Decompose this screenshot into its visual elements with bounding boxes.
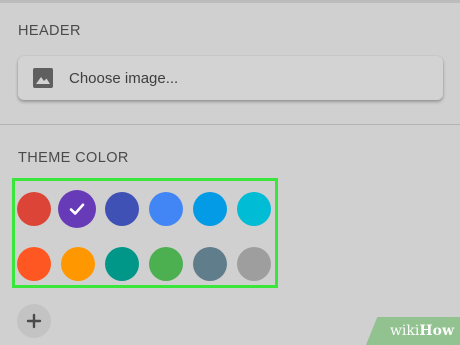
header-section-label: HEADER [18,23,81,39]
color-swatch-blue[interactable] [149,192,183,226]
color-swatch-light-blue[interactable] [193,192,227,226]
color-swatch-indigo[interactable] [105,192,139,226]
section-divider [0,124,460,125]
watermark-wiki: wiki [389,323,420,339]
watermark-how: How [419,323,454,339]
color-swatch-green[interactable] [149,247,183,281]
choose-image-label: Choose image... [69,69,179,87]
choose-image-button[interactable]: Choose image... [18,56,443,100]
wikihow-watermark: wiki How [366,317,460,345]
color-swatch-deep-purple[interactable] [58,190,96,228]
color-swatch-teal[interactable] [105,247,139,281]
color-swatch-red[interactable] [17,192,51,226]
color-swatch-deep-orange[interactable] [17,247,51,281]
theme-color-palette [12,178,278,288]
plus-icon [26,313,42,329]
color-swatch-blue-grey[interactable] [193,247,227,281]
color-swatch-grey[interactable] [237,247,271,281]
theme-settings-panel: HEADER Choose image... THEME COLOR wiki … [0,0,460,345]
theme-color-section-label: THEME COLOR [18,150,129,166]
color-swatch-orange[interactable] [61,247,95,281]
color-swatch-cyan[interactable] [237,192,271,226]
image-icon [33,68,53,88]
top-divider [0,0,460,3]
add-color-button[interactable] [17,304,51,338]
checkmark-icon [68,200,86,218]
